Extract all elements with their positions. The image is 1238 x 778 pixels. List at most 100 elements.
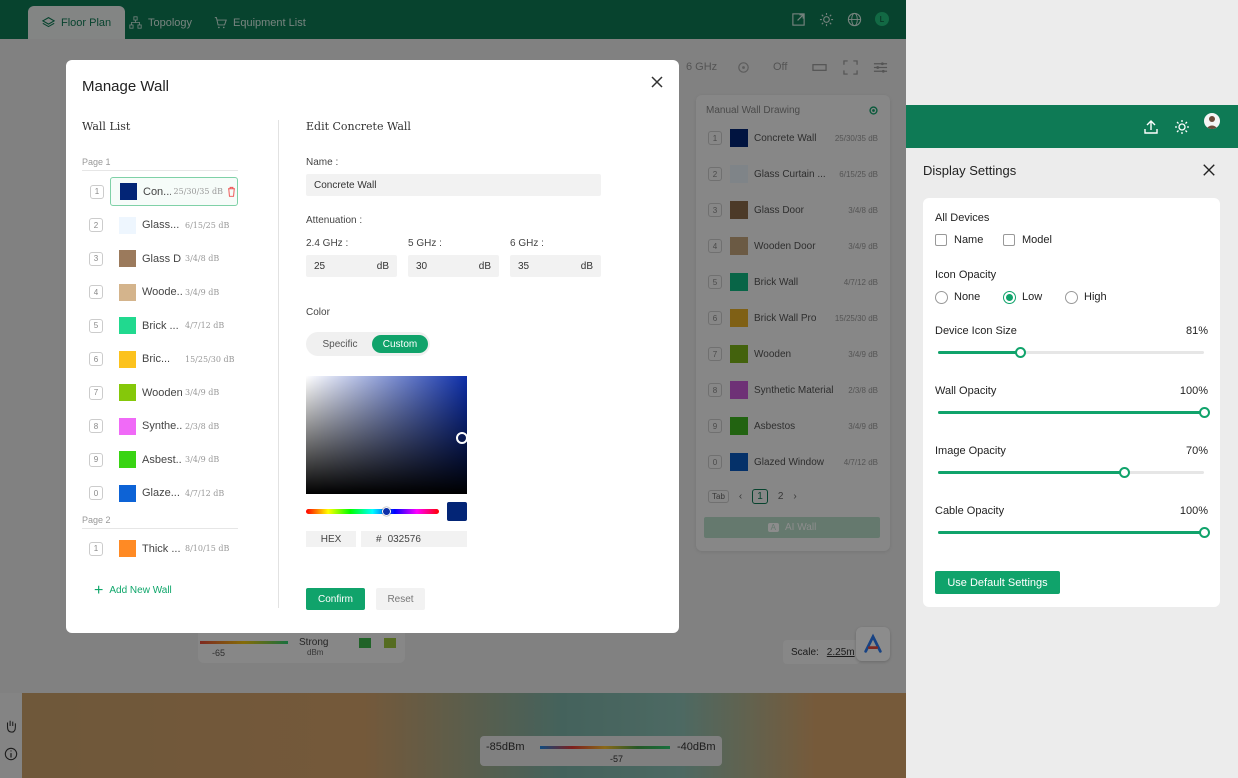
upload-icon[interactable]	[1143, 119, 1159, 135]
add-new-wall-label: Add New Wall	[109, 585, 172, 596]
band-24-label: 2.4 GHz :	[306, 238, 349, 249]
wall-list-item-number: 1	[90, 184, 104, 199]
slider-value: 100%	[1179, 385, 1208, 397]
display-settings-card: All Devices Name Model Icon Opacity None…	[923, 198, 1220, 607]
reset-button[interactable]: Reset	[376, 588, 425, 610]
hex-value-input[interactable]: # 032576	[361, 531, 467, 547]
wall-list-item-number: 9	[89, 452, 103, 467]
wall-name-input[interactable]: Concrete Wall	[306, 174, 601, 196]
slider-value: 100%	[1179, 505, 1208, 517]
wall-color-swatch	[119, 384, 136, 401]
slider-value: 81%	[1185, 325, 1208, 337]
model-checkbox[interactable]	[1003, 234, 1015, 246]
add-new-wall-button[interactable]: + Add New Wall	[94, 582, 172, 598]
opacity-slider[interactable]	[938, 467, 1204, 479]
attenuation-6-value: 35	[518, 260, 530, 272]
wall-list-item-attenuation: 25/30/35 dB	[173, 187, 223, 196]
wall-list-item-number: 3	[89, 251, 103, 266]
opacity-high-radio[interactable]	[1065, 291, 1078, 304]
band-5-label: 5 GHz :	[408, 238, 442, 249]
wall-list-item[interactable]: 6 Bric... 15/25/30 dB	[89, 345, 238, 374]
wall-list-item[interactable]: 3 Glass D...3/4/8 dB	[89, 244, 238, 273]
wall-list-item[interactable]: 1 Thick ... 8/10/15 dB	[89, 534, 238, 563]
attenuation-24-input[interactable]: 25 dB	[306, 255, 397, 277]
wall-list-item-attenuation: 15/25/30 dB	[185, 354, 235, 364]
opacity-high-label: High	[1084, 291, 1107, 303]
attenuation-24-unit: dB	[376, 260, 389, 272]
color-picker-knob[interactable]	[456, 432, 468, 444]
wall-list-item-name: Bric...	[142, 353, 171, 365]
hex-value: 032576	[387, 533, 421, 545]
settings-header-bar	[906, 105, 1238, 148]
opacity-low-radio[interactable]	[1003, 291, 1016, 304]
opacity-slider[interactable]	[938, 527, 1210, 539]
page-2-divider	[82, 528, 238, 529]
slider-fill	[938, 411, 1204, 414]
slider-label: Image Opacity	[935, 445, 1006, 457]
user-avatar-icon[interactable]	[1204, 113, 1220, 129]
wall-list-item-attenuation: 8/10/15 dB	[185, 544, 230, 553]
specific-color-tab[interactable]: Specific	[310, 335, 370, 353]
wall-list-item-name: Brick ...	[142, 319, 179, 332]
wall-list-item[interactable]: 0 Glaze... 4/7/12 dB	[89, 479, 238, 508]
color-label: Color	[306, 307, 330, 318]
wall-color-swatch	[119, 451, 136, 468]
wall-list-item-attenuation: 3/4/9 dB	[185, 388, 220, 397]
wall-list-item[interactable]: 9 Asbest... 3/4/9 dB	[89, 445, 238, 474]
wall-list-item[interactable]: 4 Woode... 3/4/9 dB	[89, 278, 238, 307]
wall-list-item-name: Woode...	[142, 286, 182, 298]
wall-list-item[interactable]: 5 Brick ... 4/7/12 dB	[89, 311, 238, 340]
hue-slider-knob[interactable]	[382, 507, 391, 516]
attenuation-6-input[interactable]: 35 dB	[510, 255, 601, 277]
slider-label: Cable Opacity	[935, 505, 1005, 517]
wall-list-item-name: Glass D...	[142, 252, 182, 265]
window-top-area	[906, 0, 1238, 105]
close-icon[interactable]	[649, 74, 665, 90]
slider-knob[interactable]	[1199, 407, 1210, 418]
sun-icon[interactable]	[1174, 119, 1190, 135]
wall-list-item[interactable]: 7 Wooden 3/4/9 dB	[89, 378, 238, 407]
slider-knob[interactable]	[1199, 527, 1210, 538]
column-divider	[278, 120, 279, 608]
manage-wall-dialog: Manage Wall Wall List Page 1 1 Con... 25/3…	[66, 60, 679, 633]
hex-mode-label[interactable]: HEX	[306, 531, 356, 547]
attenuation-5-value: 30	[416, 260, 428, 272]
wall-list-item-attenuation: 2/3/8 dB	[185, 421, 220, 431]
attenuation-5-input[interactable]: 30 dB	[408, 255, 499, 277]
wall-list-item-number: 1	[89, 541, 103, 556]
wall-color-swatch	[119, 283, 136, 301]
wall-list-heading: Wall List	[82, 120, 131, 133]
name-checkbox[interactable]	[935, 234, 947, 246]
page-1-label: Page 1	[82, 157, 111, 167]
close-icon[interactable]	[1202, 163, 1216, 177]
wall-color-swatch	[119, 540, 136, 557]
opacity-slider[interactable]	[938, 407, 1210, 419]
confirm-button[interactable]: Confirm	[306, 588, 365, 610]
slider-fill	[938, 471, 1125, 474]
name-label: Name :	[306, 157, 339, 168]
slider-knob[interactable]	[1015, 347, 1027, 358]
wall-color-swatch	[119, 350, 136, 368]
opacity-slider[interactable]	[938, 347, 1204, 359]
wall-list-item[interactable]: 1 Con... 25/30/35 dB	[90, 177, 238, 206]
wall-list-item-attenuation: 3/4/9 dB	[185, 287, 220, 297]
wall-list-item[interactable]: 8 Synthe... 2/3/8 dB	[89, 412, 238, 441]
wall-list-item-number: 7	[89, 385, 103, 400]
slider-fill	[938, 351, 1021, 354]
page-1-divider	[82, 170, 238, 171]
name-checkbox-label: Name	[954, 234, 984, 246]
icon-opacity-label: Icon Opacity	[935, 269, 997, 281]
attenuation-5-unit: dB	[478, 260, 491, 272]
page-2-label: Page 2	[82, 515, 111, 525]
color-saturation-picker[interactable]	[306, 376, 467, 494]
hex-prefix: #	[376, 533, 382, 545]
wall-color-swatch	[119, 250, 136, 267]
wall-list-item-name: Asbest...	[142, 453, 182, 466]
opacity-none-radio[interactable]	[935, 291, 948, 304]
use-default-settings-button[interactable]: Use Default Settings	[935, 571, 1060, 594]
slider-knob[interactable]	[1119, 467, 1131, 478]
hue-slider[interactable]	[306, 509, 439, 514]
wall-list-item[interactable]: 2 Glass... 6/15/25 dB	[89, 211, 238, 240]
custom-color-tab[interactable]: Custom	[372, 335, 428, 353]
trash-icon[interactable]	[226, 186, 237, 197]
